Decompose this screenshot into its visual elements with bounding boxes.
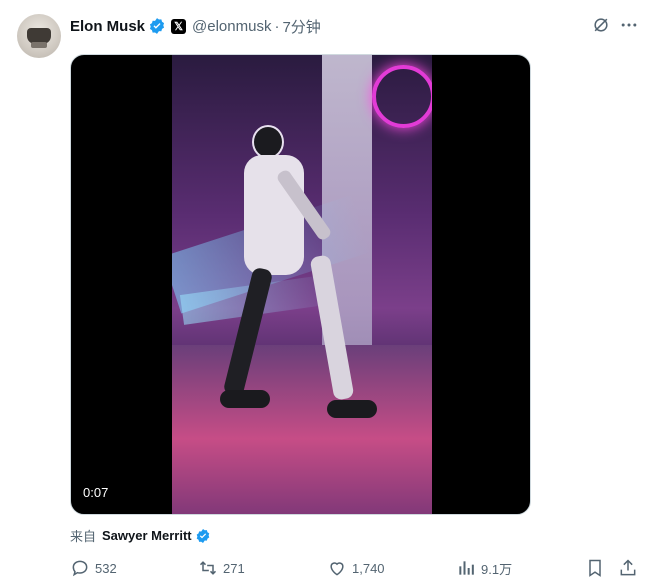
- video-source: 来自 Sawyer Merritt: [70, 526, 211, 545]
- robot-head: [252, 125, 284, 159]
- video-frame: [172, 55, 432, 514]
- avatar[interactable]: [17, 14, 61, 58]
- bookmark-button[interactable]: [585, 558, 610, 578]
- bookmark-icon: [589, 559, 601, 577]
- separator-dot: ·: [274, 17, 280, 35]
- share-icon: [620, 559, 636, 576]
- tweet-header: Elon Musk 𝕏 @elonmusk · 7分钟: [70, 15, 321, 37]
- verified-badge-icon: [195, 528, 211, 544]
- verified-badge-icon: [148, 17, 166, 35]
- repost-icon: [199, 561, 217, 575]
- robot-torso: [244, 155, 304, 275]
- tweet-timestamp[interactable]: 7分钟: [282, 16, 320, 37]
- like-button[interactable]: 1,740: [327, 558, 385, 578]
- x-affiliation-badge: 𝕏: [171, 18, 187, 34]
- robot-foot: [220, 390, 270, 408]
- source-author[interactable]: Sawyer Merritt: [102, 528, 192, 543]
- views-icon: [459, 561, 474, 575]
- repost-count: 271: [223, 560, 245, 576]
- grok-icon[interactable]: [590, 14, 612, 36]
- views-button[interactable]: 9.1万: [456, 558, 512, 578]
- share-button[interactable]: [618, 558, 643, 578]
- video-player[interactable]: 0:07: [70, 54, 531, 515]
- robot-foot: [327, 400, 377, 418]
- video-duration: 0:07: [83, 485, 109, 500]
- reply-button[interactable]: 532: [70, 558, 117, 578]
- like-icon: [330, 562, 344, 576]
- neon-ring: [372, 65, 432, 128]
- author-handle[interactable]: @elonmusk: [192, 18, 271, 35]
- tweet-actions: 532 271 1,740 9.1万: [70, 558, 640, 580]
- stage-floor: [172, 345, 432, 514]
- reply-count: 532: [95, 560, 117, 576]
- avatar-image-detail: [31, 42, 47, 48]
- like-count: 1,740: [352, 560, 385, 576]
- author-name[interactable]: Elon Musk: [70, 18, 145, 35]
- more-icon[interactable]: [618, 14, 640, 36]
- view-count: 9.1万: [481, 561, 513, 577]
- repost-button[interactable]: 271: [198, 558, 245, 578]
- source-prefix: 来自: [70, 529, 97, 544]
- reply-icon: [72, 560, 88, 577]
